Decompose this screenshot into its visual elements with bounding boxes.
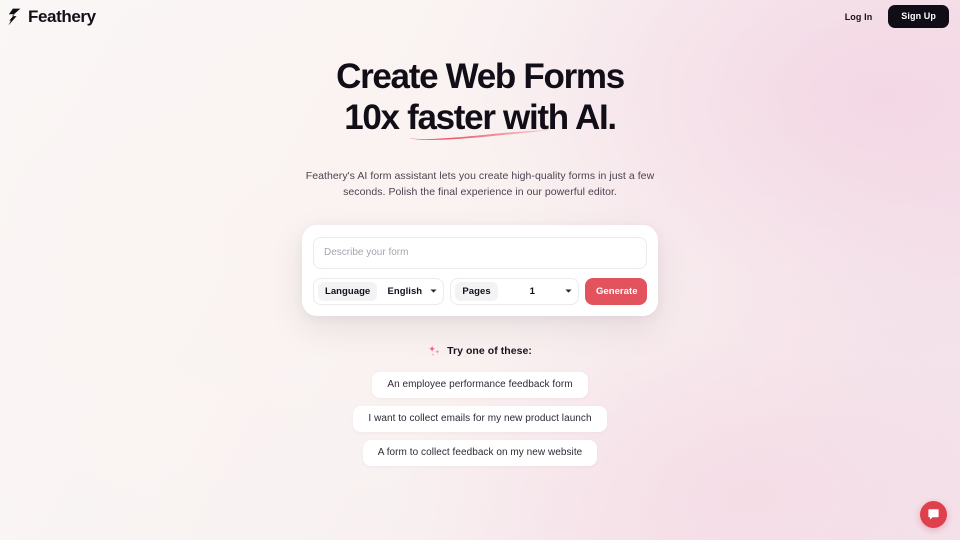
language-value: English xyxy=(387,285,423,297)
log-in-button[interactable]: Log In xyxy=(843,9,875,25)
nav-actions: Log In Sign Up xyxy=(843,5,949,28)
hero-subtitle: Feathery's AI form assistant lets you cr… xyxy=(305,169,655,198)
chevron-down-icon xyxy=(430,289,438,293)
suggestion-chip[interactable]: An employee performance feedback form xyxy=(372,371,588,398)
brand-logo[interactable]: Feathery xyxy=(8,8,96,26)
generator-controls-row: Language English Pages 1 Generate xyxy=(313,277,648,305)
sparkles-icon xyxy=(429,345,440,356)
generate-button[interactable]: Generate xyxy=(584,277,648,305)
language-select[interactable]: Language English xyxy=(313,277,445,305)
headline-line-2: 10x faster with AI. xyxy=(344,97,617,137)
suggestion-chip[interactable]: A form to collect feedback on my new web… xyxy=(362,439,598,466)
sign-up-button[interactable]: Sign Up xyxy=(888,5,949,28)
headline-line-1: Create Web Forms xyxy=(336,57,625,96)
suggestion-chip-list: An employee performance feedback form I … xyxy=(353,371,607,466)
chat-launcher-button[interactable] xyxy=(920,501,947,528)
chat-bubble-icon xyxy=(928,509,939,520)
page-title: Create Web Forms 10x faster with AI. xyxy=(200,57,760,140)
language-label: Language xyxy=(318,281,378,302)
feather-logo-icon xyxy=(8,8,21,25)
pages-value: 1 xyxy=(529,285,535,297)
top-navigation-bar: Feathery Log In Sign Up xyxy=(0,0,960,33)
suggestions-heading: Try one of these: xyxy=(447,345,532,358)
suggestions-heading-row: Try one of these: xyxy=(428,345,532,358)
brand-name: Feathery xyxy=(28,7,96,26)
describe-form-input[interactable] xyxy=(313,236,647,269)
pages-select[interactable]: Pages 1 xyxy=(450,277,579,305)
chevron-down-icon xyxy=(565,289,572,293)
pages-label: Pages xyxy=(455,281,498,302)
suggestion-chip[interactable]: I want to collect emails for my new prod… xyxy=(353,405,607,432)
hero-section: Create Web Forms 10x faster with AI. Fea… xyxy=(0,0,960,540)
form-generator-card: Language English Pages 1 Generate xyxy=(302,224,658,316)
